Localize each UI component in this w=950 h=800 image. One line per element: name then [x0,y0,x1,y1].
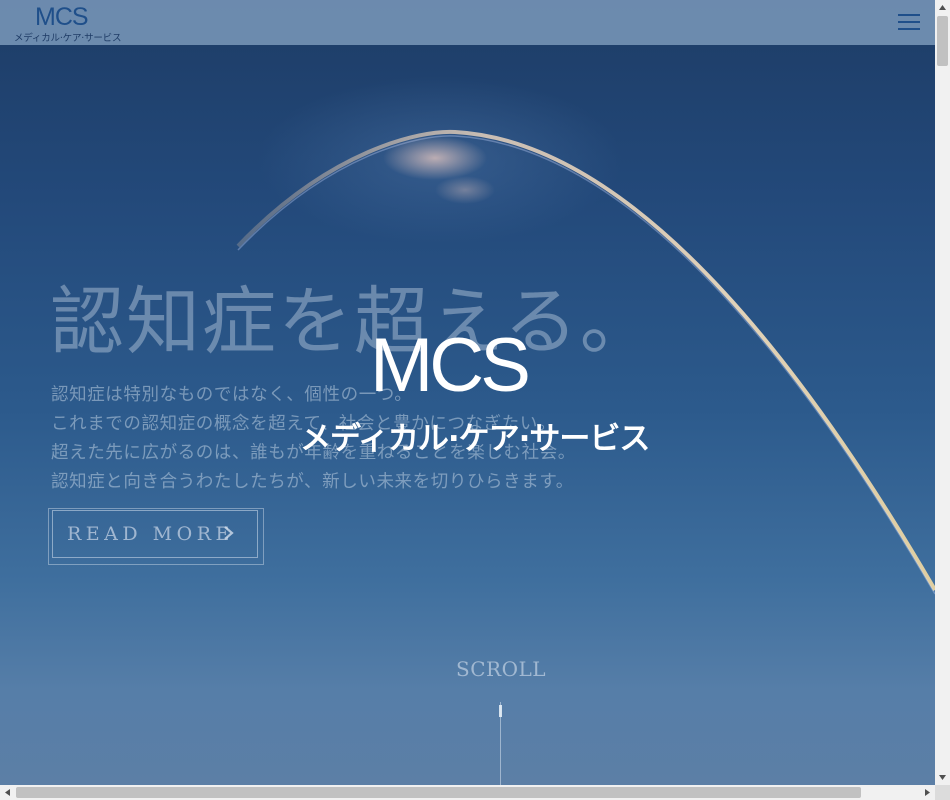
mcs-logo-text: MCS [370,325,528,408]
header-logo[interactable]: MCS メディカル·ケア·サービス [14,3,121,44]
hero-body-line: 認知症と向き合うわたしたちが、新しい未来を切りひらきます。 [51,472,574,492]
scroll-down-arrow-icon[interactable] [935,770,950,785]
vertical-scrollbar-thumb[interactable] [937,16,948,66]
chevron-right-icon [224,526,234,540]
horizontal-scrollbar-thumb[interactable] [16,787,861,798]
center-logo-kana: メディカル·ケア·サービス [300,421,650,457]
read-more-label: READ MORE [67,523,234,545]
scroll-left-arrow-icon[interactable] [0,785,15,800]
header-logo-text: MCS [35,3,89,31]
center-logo: MCS メディカル·ケア·サービス [300,323,650,457]
mcs-logo-mark: MCS [370,323,532,408]
vertical-scrollbar[interactable] [935,0,950,785]
horizontal-scrollbar[interactable] [0,785,935,800]
scroll-indicator-tick [499,705,502,717]
scroll-up-arrow-icon[interactable] [935,0,950,15]
scroll-right-arrow-icon[interactable] [920,785,935,800]
site-header: MCS メディカル·ケア·サービス [0,0,935,45]
scroll-label: SCROLL [456,657,547,681]
read-more-button[interactable]: READ MORE [52,510,258,558]
scrollbar-corner [935,785,950,800]
hamburger-menu-icon[interactable] [898,11,922,33]
page-viewport: 認知症を超える。 認知症は特別なものではなく、個性の一つ。 これまでの認知症の概… [0,0,935,785]
header-logo-subtext: メディカル·ケア·サービス [14,33,122,44]
